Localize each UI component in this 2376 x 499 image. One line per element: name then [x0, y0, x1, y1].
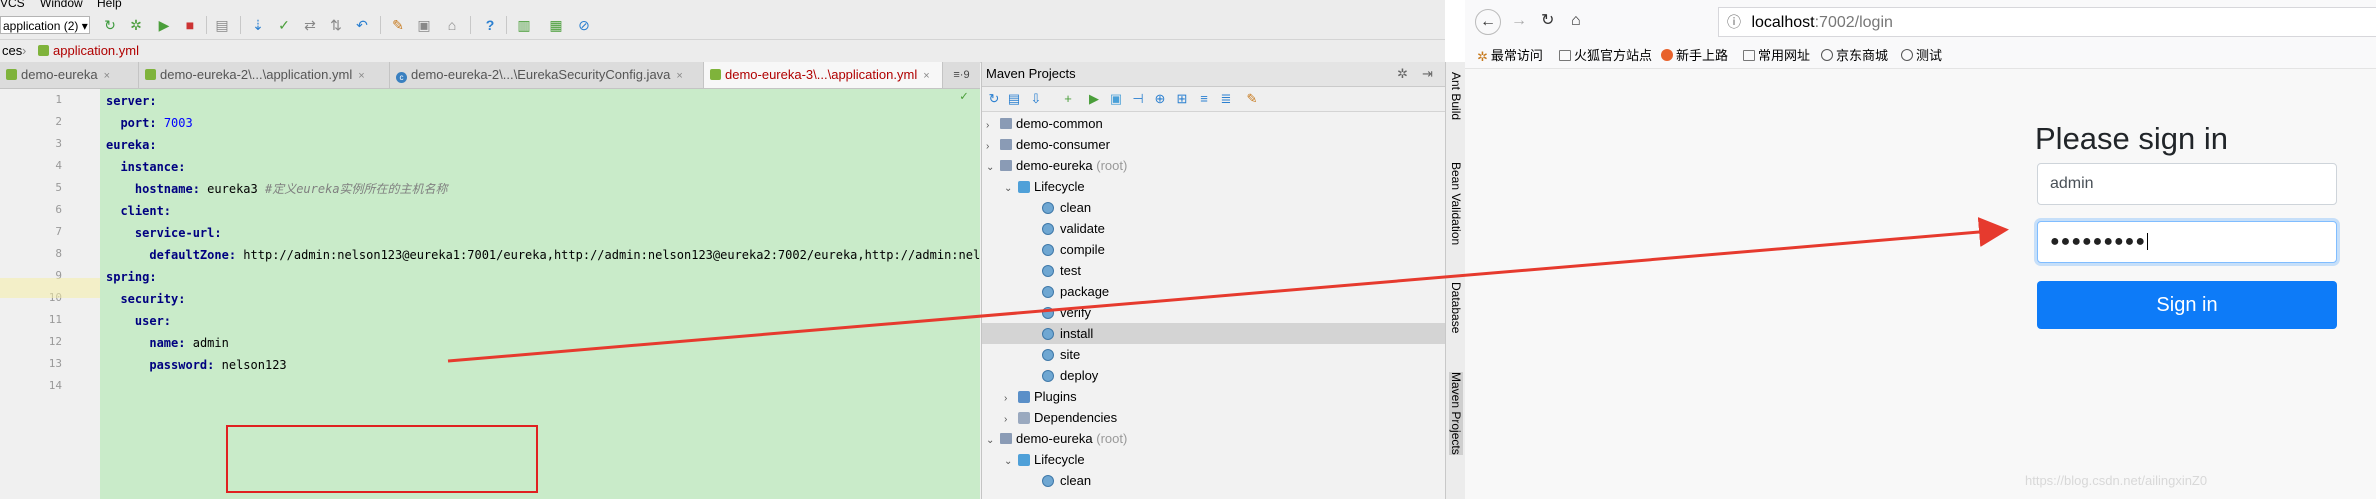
annotation-arrow — [447, 217, 2009, 363]
annotation-arrow-overlay — [447, 217, 2009, 363]
